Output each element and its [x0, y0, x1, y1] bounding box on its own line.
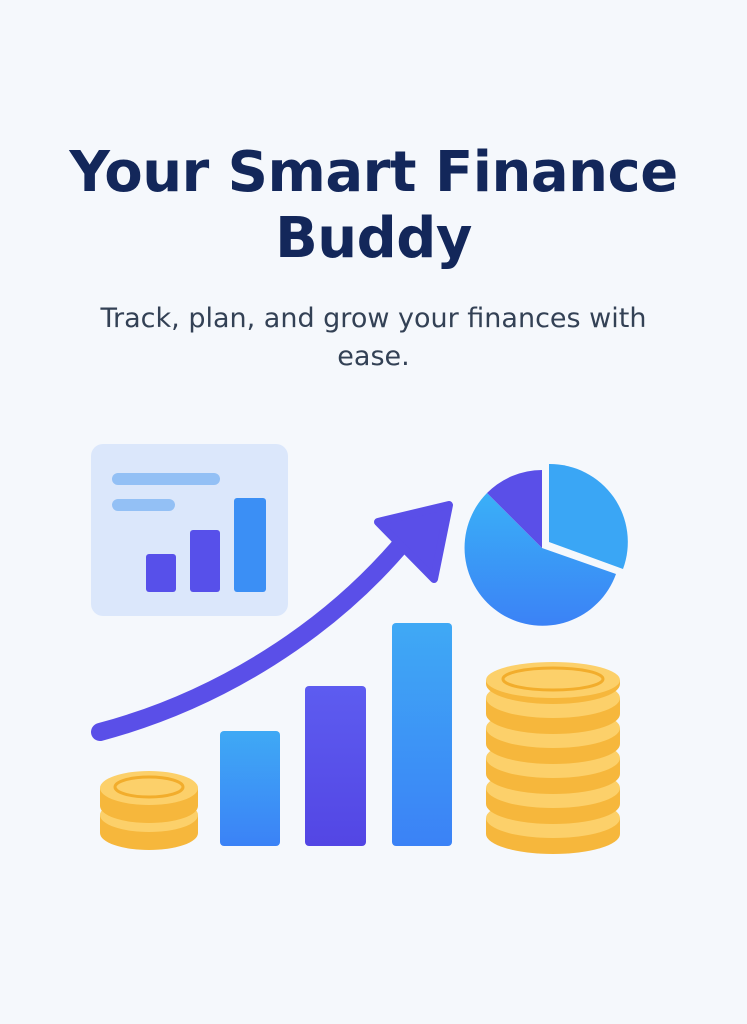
dashboard-card-icon: [91, 444, 288, 616]
coin-stack-icon: [100, 771, 198, 850]
coin-stack-icon: [486, 662, 620, 854]
finance-illustration: [91, 444, 628, 854]
pie-chart-icon: [464, 463, 628, 626]
onboarding-screen: Your Smart Finance Buddy Track, plan, an…: [0, 0, 747, 1024]
